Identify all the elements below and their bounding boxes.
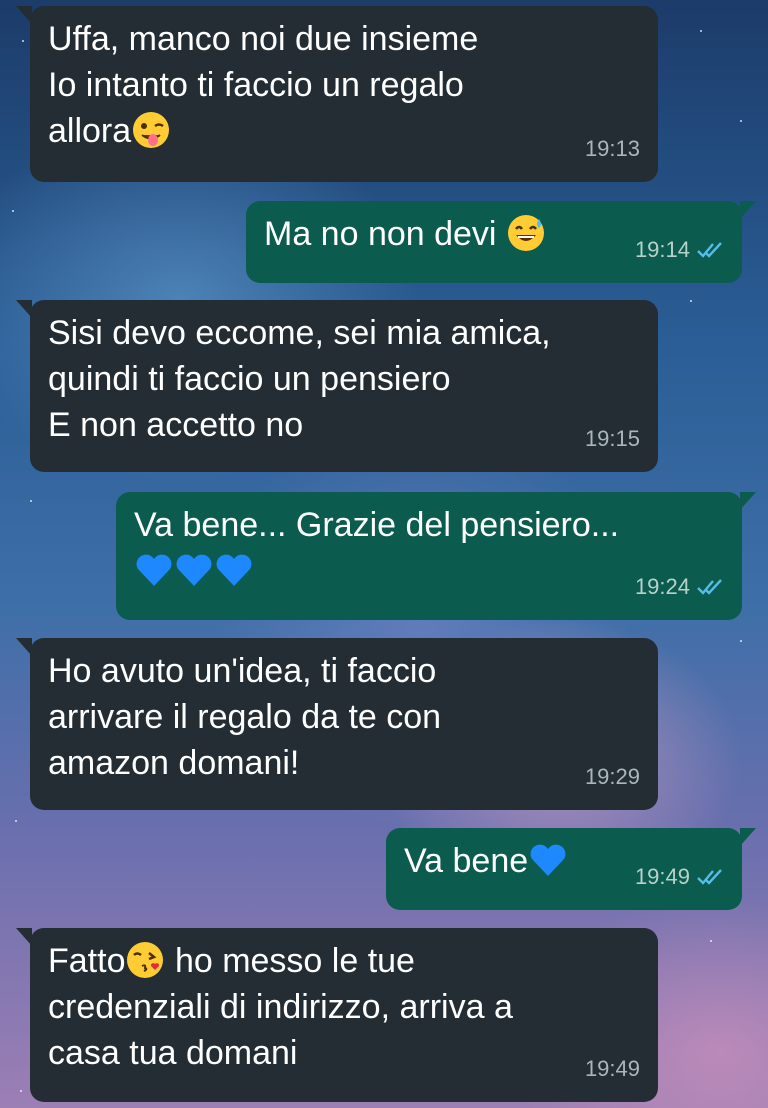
blue-heart-emoji-icon (176, 554, 212, 586)
message-text: Sisi devo eccome, sei mia amica, (48, 314, 551, 352)
message-time: 19:29 (584, 764, 640, 789)
message-text: quindi ti faccio un pensiero (48, 360, 451, 398)
double-check-read-icon (697, 579, 722, 595)
message-text: ho messo le tue (174, 942, 415, 980)
message-bubble-outgoing[interactable]: Va bene 19:49 (386, 828, 756, 910)
message-bubble-outgoing[interactable]: Ma no non devi 19:14 (246, 201, 756, 283)
message-text: E non accetto no (48, 406, 304, 444)
message-meta: 19:13 (585, 126, 640, 172)
message-text: casa tua domani (48, 1034, 298, 1072)
blue-heart-emoji-icon (530, 844, 566, 876)
message-time: 19:14 (634, 237, 690, 262)
message-time: 19:24 (634, 574, 690, 599)
message-bubble-outgoing[interactable]: Va bene... Grazie del pensiero... 19:24 (116, 492, 756, 620)
message-text: credenziali di indirizzo, arriva a (48, 988, 513, 1026)
double-check-read-icon (697, 869, 722, 885)
message-meta: 19:14 (635, 227, 724, 273)
sweat-smile-emoji-icon (507, 215, 544, 251)
kissing-heart-emoji-icon (127, 942, 164, 978)
message-time: 19:13 (584, 136, 640, 161)
blue-heart-emoji-icon (136, 554, 172, 586)
message-text: Fatto (48, 942, 126, 980)
message-time: 19:49 (634, 864, 690, 889)
message-text: Va bene... Grazie del pensiero... (134, 506, 620, 544)
message-bubble-incoming[interactable]: Sisi devo eccome, sei mia amica, quindi … (16, 300, 658, 472)
message-text: arrivare il regalo da te con (48, 698, 442, 736)
message-bubble-incoming[interactable]: Uffa, manco noi due insieme Io intanto t… (16, 6, 658, 182)
message-text: Ho avuto un'idea, ti faccio (48, 652, 437, 690)
message-meta: 19:29 (585, 754, 640, 800)
message-text: Io intanto ti faccio un regalo (48, 66, 464, 104)
message-text: allora (48, 112, 132, 150)
message-time: 19:15 (584, 426, 640, 451)
message-text: amazon domani! (48, 744, 300, 782)
message-text: Ma no non devi (264, 215, 497, 253)
message-text: Uffa, manco noi due insieme (48, 20, 479, 58)
message-text: Va bene (404, 842, 529, 880)
message-time: 19:49 (584, 1056, 640, 1081)
message-meta: 19:49 (585, 1046, 640, 1092)
double-check-read-icon (697, 242, 722, 258)
winking-tongue-emoji-icon (133, 112, 170, 148)
message-meta: 19:24 (635, 564, 724, 610)
message-meta: 19:15 (585, 416, 640, 462)
blue-heart-emoji-icon (216, 554, 252, 586)
message-meta: 19:49 (635, 854, 724, 900)
message-bubble-incoming[interactable]: Ho avuto un'idea, ti faccio arrivare il … (16, 638, 658, 810)
message-bubble-incoming[interactable]: Fatto ho messo le tue credenziali di ind… (16, 928, 658, 1102)
